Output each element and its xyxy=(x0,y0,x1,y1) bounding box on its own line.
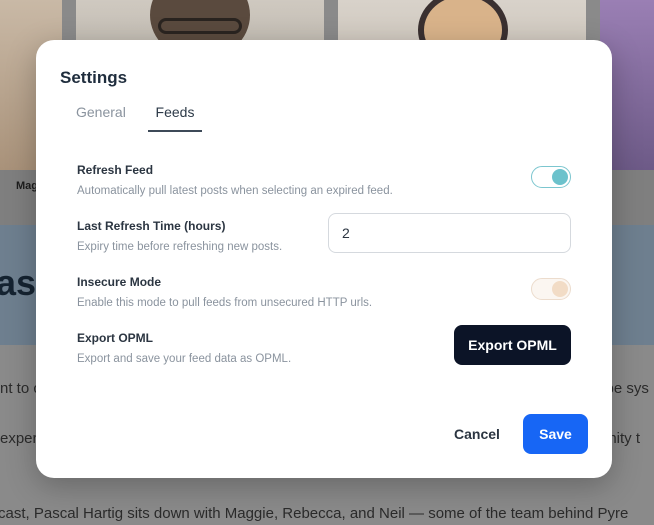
settings-modal: Settings General Feeds Refresh Feed Auto… xyxy=(36,40,612,478)
last-refresh-time-description: Expiry time before refreshing new posts. xyxy=(77,241,283,253)
toggle-knob xyxy=(552,281,568,297)
tab-general[interactable]: General xyxy=(76,104,126,130)
refresh-hours-input[interactable] xyxy=(328,213,571,253)
export-opml-button[interactable]: Export OPML xyxy=(454,325,571,365)
article-text: cast, Pascal Hartig sits down with Maggi… xyxy=(0,505,629,522)
toggle-knob xyxy=(552,169,568,185)
article-text: exper xyxy=(0,430,38,447)
insecure-mode-label: Insecure Mode xyxy=(77,275,162,289)
modal-title: Settings xyxy=(60,68,128,87)
participant-name: Mag xyxy=(16,180,38,192)
insecure-mode-description: Enable this mode to pull feeds from unse… xyxy=(77,297,373,309)
export-opml-label: Export OPML xyxy=(77,331,154,345)
refresh-feed-description: Automatically pull latest posts when sel… xyxy=(77,185,393,197)
cancel-button[interactable]: Cancel xyxy=(440,414,514,454)
refresh-feed-label: Refresh Feed xyxy=(77,163,154,177)
last-refresh-time-label: Last Refresh Time (hours) xyxy=(77,219,226,233)
export-opml-description: Export and save your feed data as OPML. xyxy=(77,353,292,365)
article-text: nt to c xyxy=(0,380,41,397)
tab-feeds[interactable]: Feeds xyxy=(148,104,202,132)
save-button[interactable]: Save xyxy=(523,414,588,454)
refresh-feed-toggle[interactable] xyxy=(531,166,571,188)
insecure-mode-toggle[interactable] xyxy=(531,278,571,300)
